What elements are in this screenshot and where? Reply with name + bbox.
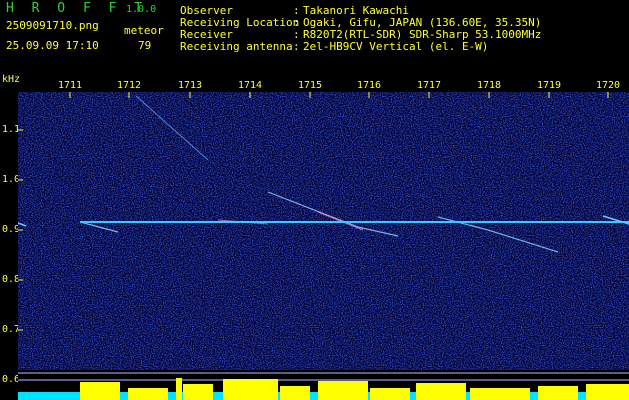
time-tick: 1712 — [116, 80, 142, 91]
file-name: 2509091710.png — [6, 19, 99, 32]
mode-label: meteor — [124, 24, 164, 37]
time-tick: 1719 — [536, 80, 562, 91]
date-time: 25.09.09 17:10 — [6, 39, 99, 52]
time-tick: 1717 — [416, 80, 442, 91]
info-value-antenna: 2el-HB9CV Vertical (el. E-W) — [303, 40, 489, 53]
unit-label: kHz — [2, 74, 21, 85]
time-tick: 1716 — [356, 80, 382, 91]
meteor-count: 79 — [138, 39, 152, 52]
info-key-antenna: Receiving antenna — [180, 40, 293, 53]
time-tick: 1718 — [476, 80, 502, 91]
time-tick: 1713 — [177, 80, 203, 91]
time-tick: 1711 — [57, 80, 83, 91]
activity-strip — [18, 370, 629, 400]
app-version: 1.0.0 — [126, 4, 157, 15]
spectrogram-plot — [18, 92, 629, 370]
noise-field — [18, 92, 629, 370]
time-tick: 1714 — [237, 80, 263, 91]
time-tick: 1715 — [297, 80, 323, 91]
time-tick: 1720 — [595, 80, 621, 91]
info-sep: : — [293, 40, 300, 53]
